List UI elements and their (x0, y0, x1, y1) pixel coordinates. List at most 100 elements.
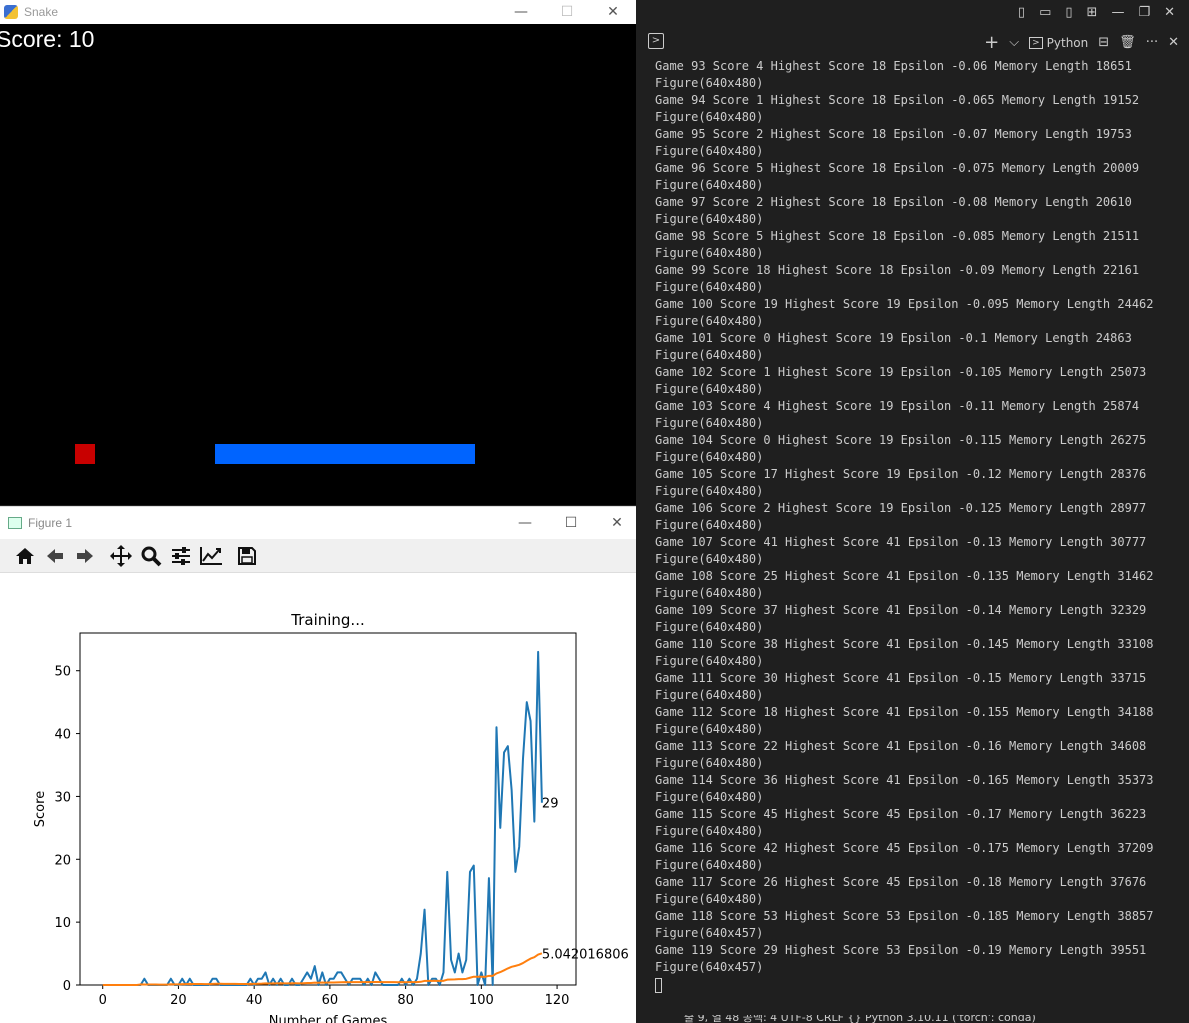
plot-area[interactable]: Training... Number of Games Score 0 20 40 6… (0, 573, 640, 1023)
terminal-line: Figure(640x480) (655, 416, 764, 430)
figure-toolbar (0, 539, 640, 573)
y-tick-label: 40 (54, 728, 71, 743)
minimize-icon[interactable]: — (1111, 5, 1124, 20)
maximize-icon[interactable]: ☐ (548, 515, 594, 531)
terminal-line: Figure(640x480) (655, 654, 764, 668)
snake-body (215, 444, 475, 464)
x-tick-label: 20 (170, 993, 187, 1008)
y-tick-label: 50 (54, 665, 71, 680)
terminal-line: Game 107 Score 41 Highest Score 41 Epsil… (655, 535, 1147, 549)
terminal-line: Figure(640x480) (655, 892, 764, 906)
more-actions-icon[interactable]: ··· (1146, 35, 1158, 50)
figure-titlebar[interactable]: Figure 1 — ☐ ✕ (0, 507, 640, 539)
figure-window: Figure 1 — ☐ ✕ Training... Number of Gam… (0, 506, 640, 1023)
kill-terminal-icon[interactable]: 🗑 (1119, 35, 1136, 50)
terminal-output[interactable]: Game 93 Score 4 Highest Score 18 Epsilon… (655, 58, 1185, 998)
terminal-line: Game 106 Score 2 Highest Score 19 Epsilo… (655, 501, 1147, 515)
terminal-line: Game 95 Score 2 Highest Score 18 Epsilon… (655, 127, 1132, 141)
terminal-line: Game 96 Score 5 Highest Score 18 Epsilon… (655, 161, 1140, 175)
status-bar: 줄 9, 열 48 공백: 4 UTF-8 CRLF {} Python 3.1… (636, 1015, 1189, 1023)
figure-window-title: Figure 1 (28, 516, 73, 530)
terminal-line: Game 94 Score 1 Highest Score 18 Epsilon… (655, 93, 1140, 107)
terminal-line: Game 104 Score 0 Highest Score 19 Epsilo… (655, 433, 1147, 447)
terminal-line: Figure(640x480) (655, 348, 764, 362)
snake-window-title: Snake (24, 5, 59, 19)
customize-layout-icon[interactable]: ⊞ (1087, 5, 1098, 20)
new-terminal-icon[interactable]: + (984, 32, 999, 53)
terminal-line: Game 118 Score 53 Highest Score 53 Epsil… (655, 909, 1154, 923)
edit-axis-icon[interactable] (196, 541, 226, 571)
terminal-line: Figure(640x480) (655, 314, 764, 328)
split-terminal-icon[interactable]: ⊟ (1098, 35, 1109, 50)
mean-score-end-label: 5.042016806 (542, 947, 629, 962)
terminal-line: Figure(640x480) (655, 382, 764, 396)
x-axis-label: Number of Games (269, 1014, 388, 1023)
python-terminal-button[interactable]: > Python (1029, 36, 1088, 50)
toggle-primary-sidebar-icon[interactable]: ▯ (1018, 5, 1025, 20)
score-end-label: 29 (542, 797, 559, 812)
snake-window: Snake — ☐ ✕ Score: 10 (0, 0, 636, 505)
terminal-dropdown-icon[interactable]: ⌵ (1009, 35, 1019, 50)
terminal-line: Figure(640x480) (655, 484, 764, 498)
close-icon[interactable]: ✕ (1164, 5, 1175, 20)
terminal-line: Figure(640x457) (655, 960, 764, 974)
chart-title: Training... (290, 611, 365, 629)
terminal-line: Game 115 Score 45 Highest Score 45 Epsil… (655, 807, 1147, 821)
terminal-line: Figure(640x480) (655, 620, 764, 634)
terminal-line: Figure(640x480) (655, 110, 764, 124)
terminal-line: Game 101 Score 0 Highest Score 19 Epsilo… (655, 331, 1132, 345)
terminal-line: Figure(640x480) (655, 790, 764, 804)
terminal-line: Game 99 Score 18 Highest Score 18 Epsilo… (655, 263, 1140, 277)
terminal-line: Figure(640x480) (655, 688, 764, 702)
terminal-line: Figure(640x480) (655, 518, 764, 532)
terminal-line: Figure(640x480) (655, 586, 764, 600)
terminal-line: Figure(640x480) (655, 178, 764, 192)
terminal-line: Figure(640x480) (655, 722, 764, 736)
x-tick-label: 100 (469, 993, 494, 1008)
terminal-icon[interactable]: > (648, 33, 664, 49)
maximize-icon[interactable]: ☐ (544, 4, 590, 20)
y-tick-label: 30 (54, 790, 71, 805)
terminal-line: Game 111 Score 30 Highest Score 41 Epsil… (655, 671, 1147, 685)
x-tick-label: 120 (545, 993, 570, 1008)
terminal-line: Figure(640x480) (655, 76, 764, 90)
home-icon[interactable] (10, 541, 40, 571)
status-bar-text: 줄 9, 열 48 공백: 4 UTF-8 CRLF {} Python 3.1… (684, 1015, 1036, 1023)
terminal-shell-label: Python (1046, 35, 1089, 50)
minimize-icon[interactable]: — (498, 4, 544, 20)
terminal-line: Game 117 Score 26 Highest Score 45 Epsil… (655, 875, 1147, 889)
terminal-line: Game 103 Score 4 Highest Score 19 Epsilo… (655, 399, 1140, 413)
y-tick-label: 10 (54, 916, 71, 931)
snake-titlebar[interactable]: Snake — ☐ ✕ (0, 0, 636, 24)
toggle-panel-icon[interactable]: ▭ (1039, 5, 1051, 20)
score-text: Score: 10 (0, 26, 95, 52)
figure-app-icon (8, 517, 22, 529)
food-square (75, 444, 95, 464)
terminal-line: Figure(640x480) (655, 212, 764, 226)
terminal-line: Game 113 Score 22 Highest Score 41 Epsil… (655, 739, 1147, 753)
close-panel-icon[interactable]: ✕ (1168, 35, 1179, 50)
snake-game-canvas[interactable]: Score: 10 (0, 24, 636, 505)
terminal-line: Game 98 Score 5 Highest Score 18 Epsilon… (655, 229, 1140, 243)
save-icon[interactable] (232, 541, 262, 571)
x-tick-label: 0 (99, 993, 107, 1008)
terminal-line: Game 100 Score 19 Highest Score 19 Epsil… (655, 297, 1154, 311)
terminal-line: Figure(640x480) (655, 144, 764, 158)
toggle-secondary-sidebar-icon[interactable]: ▯ (1065, 5, 1072, 20)
configure-subplots-icon[interactable] (166, 541, 196, 571)
zoom-icon[interactable] (136, 541, 166, 571)
close-icon[interactable]: ✕ (594, 515, 640, 531)
terminal-line: Game 116 Score 42 Highest Score 45 Epsil… (655, 841, 1154, 855)
y-axis-label: Score (33, 791, 48, 827)
vscode-window-controls: ▯ ▭ ▯ ⊞ — ❐ ✕ (636, 0, 1189, 24)
minimize-icon[interactable]: — (502, 515, 548, 531)
restore-icon[interactable]: ❐ (1138, 5, 1150, 20)
terminal-line: Game 105 Score 17 Highest Score 19 Epsil… (655, 467, 1147, 481)
terminal-line: Game 93 Score 4 Highest Score 18 Epsilon… (655, 59, 1132, 73)
forward-icon[interactable] (70, 541, 100, 571)
close-icon[interactable]: ✕ (590, 4, 636, 20)
back-icon[interactable] (40, 541, 70, 571)
x-tick-label: 60 (322, 993, 339, 1008)
pan-icon[interactable] (106, 541, 136, 571)
y-tick-label: 20 (54, 853, 71, 868)
